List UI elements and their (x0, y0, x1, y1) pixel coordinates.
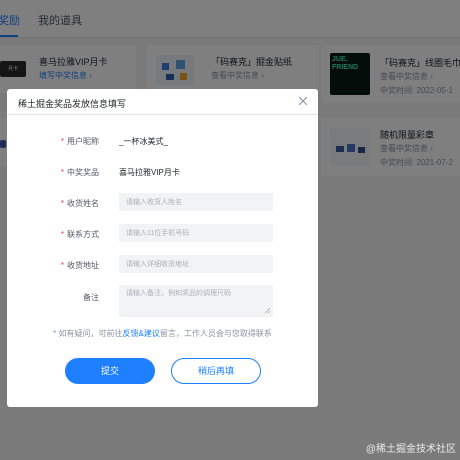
address-label: * 收货地址 (7, 260, 99, 271)
phone-label: * 联系方式 (7, 229, 99, 240)
prize-value: 喜马拉雅VIP月卡 (119, 168, 180, 177)
label-text: 收货姓名 (67, 199, 99, 208)
required-mark: * (60, 230, 64, 239)
recipient-name-input[interactable] (119, 193, 273, 211)
phone-input[interactable] (119, 224, 273, 242)
recipient-name-label: * 收货姓名 (7, 198, 99, 209)
required-mark: * (60, 199, 64, 208)
dialog-header: 稀土掘金奖品发放信息填写 (7, 89, 318, 115)
label-text: 联系方式 (67, 230, 99, 239)
note-label: 备注 (83, 293, 99, 302)
prize-label: * 中奖奖品 (7, 167, 99, 178)
tip-prefix: * 如有疑问，可前往 (53, 329, 123, 338)
fill-later-button[interactable]: 稍后再填 (171, 358, 261, 384)
nickname-label: * 用户昵称 (7, 136, 99, 147)
submit-button[interactable]: 提交 (65, 358, 155, 384)
help-tip: * 如有疑问，可前往反馈&建议留言，工作人员会与您取得联系 (7, 328, 318, 339)
required-mark: * (60, 261, 64, 270)
watermark: @稀土掘金技术社区 (365, 444, 456, 455)
label-text: 收货地址 (67, 261, 99, 270)
nickname-value: _一杯冰美式_ (119, 137, 168, 146)
feedback-link[interactable]: 反馈&建议 (123, 329, 160, 338)
required-mark: * (60, 168, 64, 177)
address-input[interactable] (119, 255, 273, 273)
tip-suffix: 留言，工作人员会与您取得联系 (159, 329, 272, 338)
note-textarea[interactable] (119, 285, 273, 317)
dialog-title: 稀土掘金奖品发放信息填写 (18, 99, 127, 109)
required-mark: * (60, 137, 64, 146)
label-text: 用户昵称 (67, 137, 99, 146)
prize-info-dialog: 稀土掘金奖品发放信息填写 * 用户昵称 _一杯冰美式_ * 中奖奖品 喜马拉雅VIP… (7, 89, 318, 407)
resize-grip-icon[interactable] (264, 307, 271, 314)
label-text: 中奖奖品 (67, 168, 99, 177)
close-icon[interactable] (297, 95, 309, 107)
